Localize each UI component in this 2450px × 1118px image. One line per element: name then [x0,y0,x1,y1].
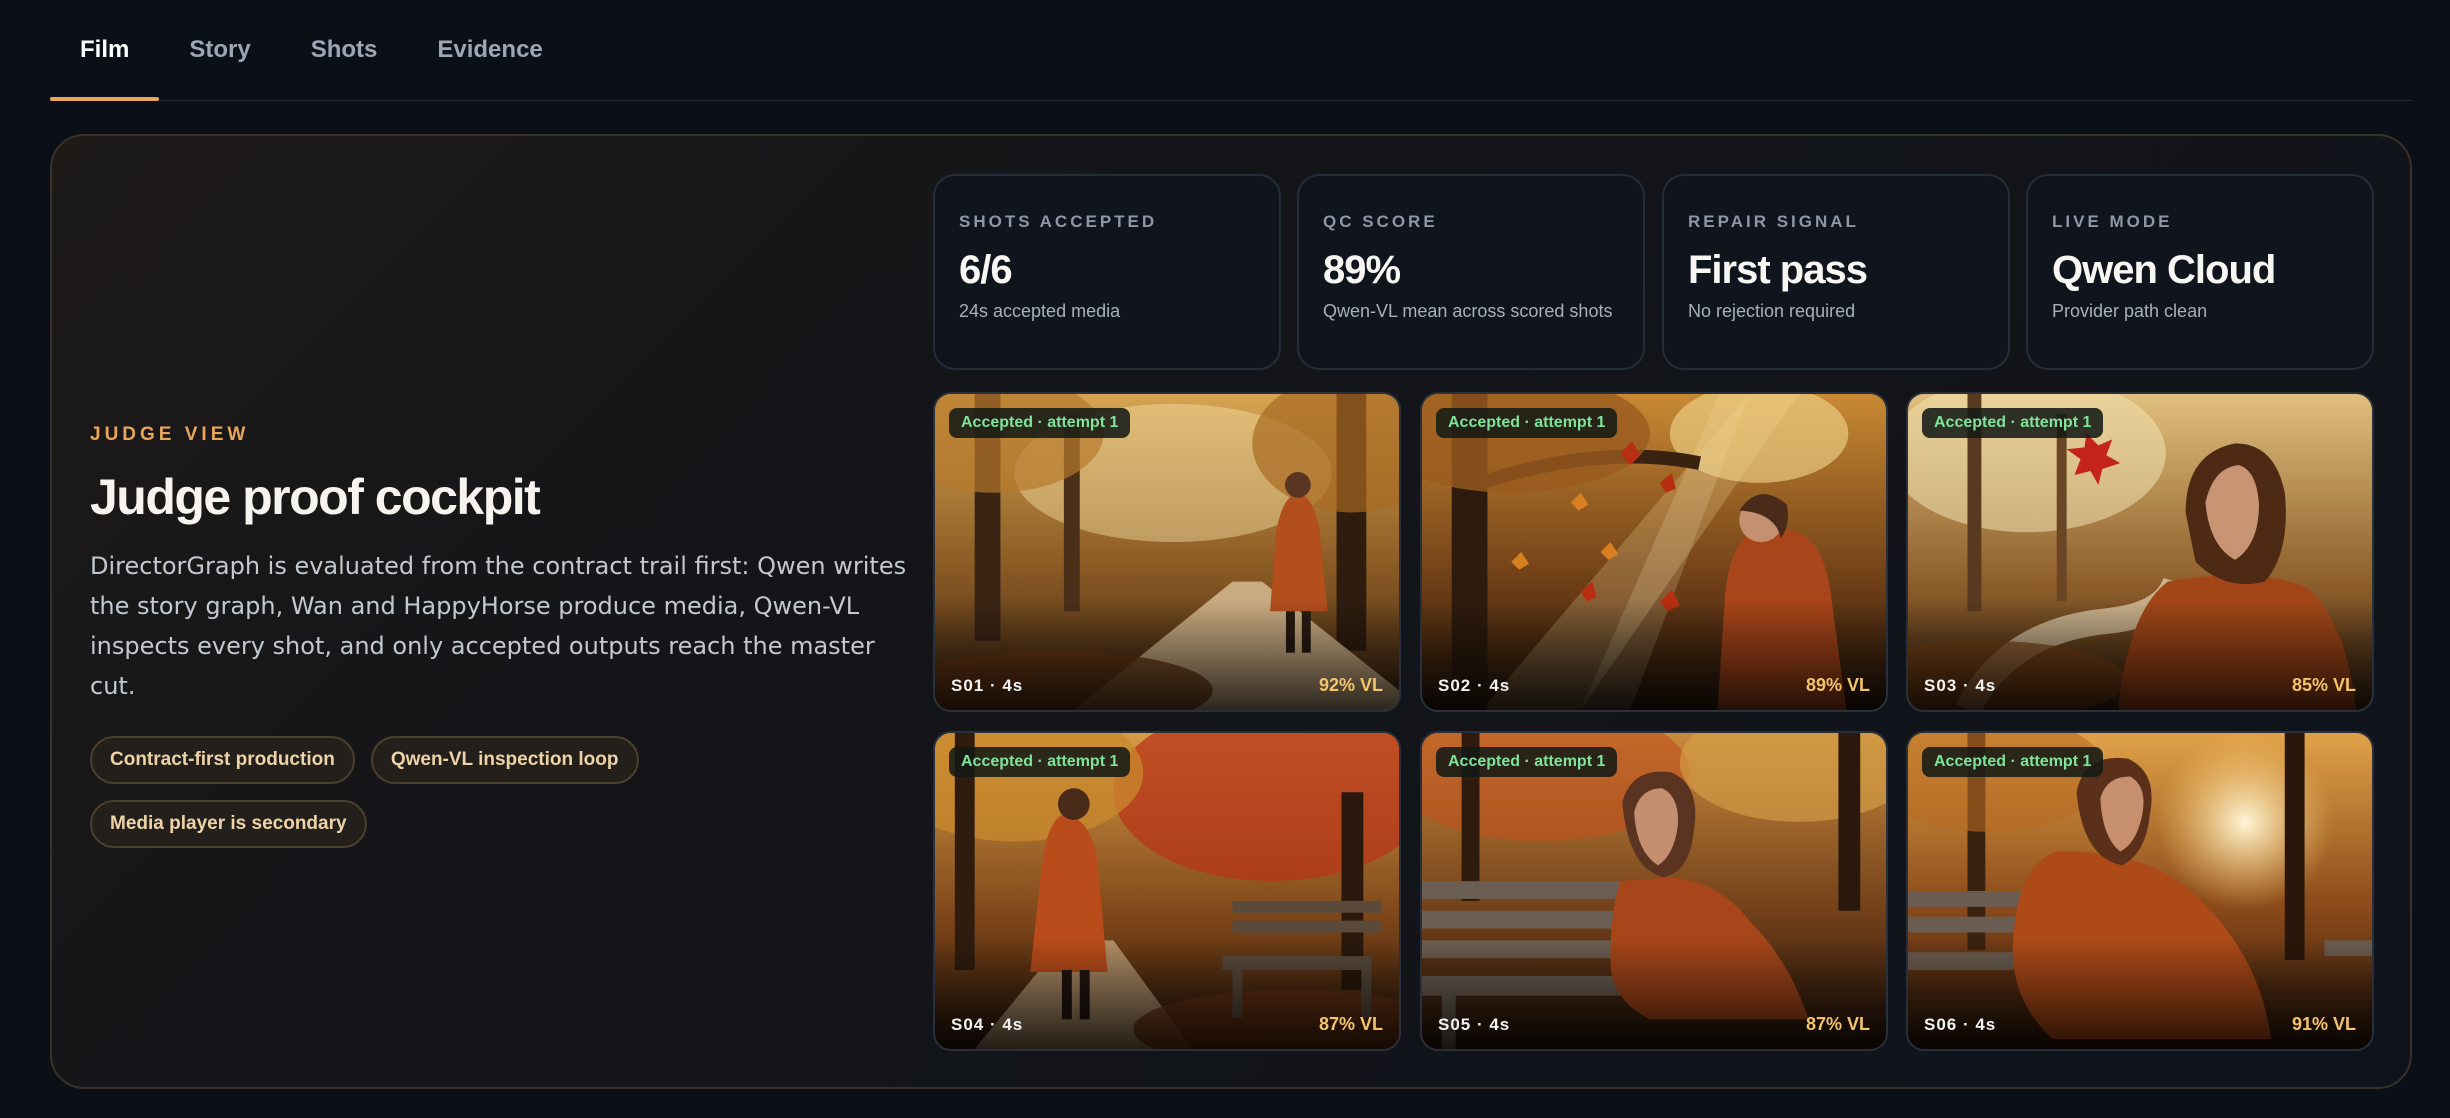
status-badge: Accepted · attempt 1 [1922,747,2104,777]
stat-value: 89% [1323,248,1401,292]
stat-value: First pass [1688,248,1868,292]
shot-card-s04[interactable]: Accepted · attempt 1 S04 · 4s 87% VL [933,731,1401,1051]
vl-score: 87% VL [1318,1014,1383,1034]
intro-description: DirectorGraph is evaluated from the cont… [90,552,907,700]
shot-id: S04 · 4s [951,1015,1024,1034]
tab-shots[interactable]: Shots [281,0,408,100]
shot-card-s03[interactable]: Accepted · attempt 1 S03 · 4s 85% VL [1906,392,2374,712]
judge-panel: JUDGE VIEW Judge proof cockpit DirectorG… [50,134,2412,1089]
status-badge: Accepted · attempt 1 [949,408,1131,438]
eyebrow-label: JUDGE VIEW [90,424,250,445]
chip-list: Contract-first production Qwen-VL inspec… [90,736,790,848]
shot-card-s01[interactable]: Accepted · attempt 1 S01 · 4s 92% VL [933,392,1401,712]
stat-card-qc-score: QC SCORE 89% Qwen-VL mean across scored … [1297,174,1645,370]
stat-label: REPAIR SIGNAL [1688,212,1859,231]
tab-story[interactable]: Story [159,0,280,100]
shot-card-s05[interactable]: Accepted · attempt 1 S05 · 4s 87% VL [1420,731,1888,1051]
stat-card-shots-accepted: SHOTS ACCEPTED 6/6 24s accepted media [933,174,1281,370]
stat-label: SHOTS ACCEPTED [959,212,1158,231]
vl-score: 87% VL [1805,1014,1870,1034]
stat-card-repair-signal: REPAIR SIGNAL First pass No rejection re… [1662,174,2010,370]
vl-score: 89% VL [1805,675,1870,695]
vl-score: 85% VL [2291,675,2356,695]
stat-subtext: 24s accepted media [959,301,1121,321]
stat-subtext: Provider path clean [2052,301,2208,321]
status-badge: Accepted · attempt 1 [1922,408,2104,438]
stat-label: LIVE MODE [2052,212,2173,231]
shot-card-s06[interactable]: Accepted · attempt 1 S06 · 4s 91% VL [1906,731,2374,1051]
vl-score: 92% VL [1318,675,1383,695]
stat-subtext: Qwen-VL mean across scored shots [1323,301,1613,321]
vl-score: 91% VL [2291,1014,2356,1034]
chip-contract-first: Contract-first production [90,736,355,784]
status-badge: Accepted · attempt 1 [1436,408,1618,438]
tab-evidence[interactable]: Evidence [407,0,572,100]
stat-card-live-mode: LIVE MODE Qwen Cloud Provider path clean [2026,174,2374,370]
intro-section: JUDGE VIEW Judge proof cockpit DirectorG… [90,424,910,848]
chip-inspection-loop: Qwen-VL inspection loop [370,736,639,784]
shot-id: S05 · 4s [1438,1015,1511,1034]
page-title: Judge proof cockpit [90,469,541,525]
tab-bar: Film Story Shots Evidence [50,0,2412,101]
stat-label: QC SCORE [1323,212,1438,231]
stat-subtext: No rejection required [1688,301,1856,321]
shot-id: S02 · 4s [1438,676,1511,695]
shot-id: S03 · 4s [1924,676,1997,695]
tab-film[interactable]: Film [50,0,160,101]
shot-id: S01 · 4s [951,676,1024,695]
stat-value: 6/6 [959,248,1013,292]
stat-value: Qwen Cloud [2052,248,2276,292]
shot-card-s02[interactable]: Accepted · attempt 1 S02 · 4s 89% VL [1420,392,1888,712]
shot-id: S06 · 4s [1924,1015,1997,1034]
status-badge: Accepted · attempt 1 [949,747,1131,777]
chip-media-player: Media player is secondary [90,800,367,848]
status-badge: Accepted · attempt 1 [1436,747,1618,777]
